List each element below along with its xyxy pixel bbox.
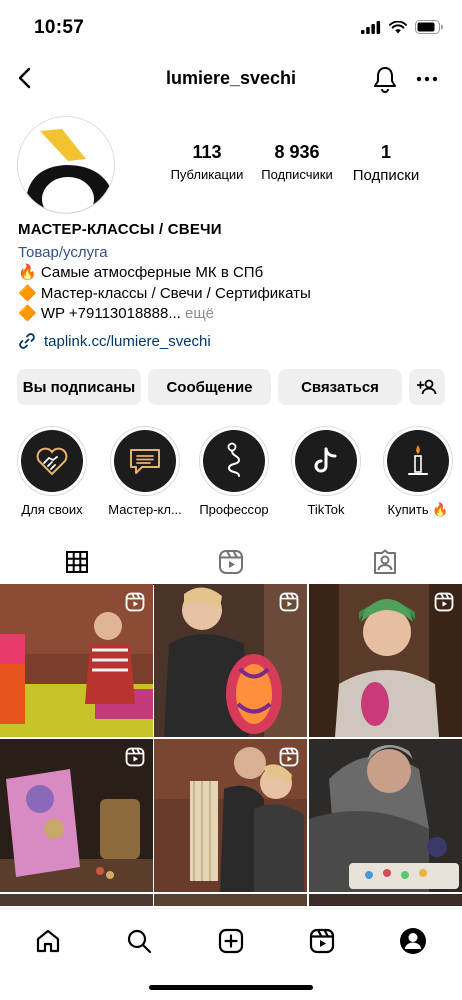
status-icons — [361, 20, 444, 34]
home-indicator — [149, 985, 313, 990]
chevron-left-icon — [18, 67, 31, 89]
profile-display-name: МАСТЕР-КЛАССЫ / СВЕЧИ — [18, 221, 222, 238]
following-label: Подписки — [352, 167, 420, 184]
message-button[interactable]: Сообщение — [148, 369, 271, 405]
post-thumbnail[interactable] — [309, 739, 462, 892]
posts-stat[interactable]: 113 Публикации — [166, 142, 248, 182]
nav-profile[interactable] — [393, 921, 433, 961]
post-thumbnail[interactable] — [0, 894, 153, 906]
highlight-label: Купить 🔥 — [387, 502, 449, 517]
followers-stat[interactable]: 8 936 Подписчики — [254, 142, 340, 182]
post-image — [309, 894, 462, 906]
reels-icon — [125, 592, 145, 612]
wifi-icon — [389, 20, 407, 33]
highlight-item[interactable]: Мастер-кл... — [100, 426, 190, 517]
posts-grid — [0, 584, 462, 906]
more-options-button[interactable] — [412, 64, 442, 94]
reels-icon — [279, 747, 299, 767]
profile-actions: Вы подписаны Сообщение Связаться — [17, 369, 445, 405]
highlight-label: Профессор — [199, 502, 269, 517]
brand-logo — [18, 117, 114, 213]
profile-avatar[interactable] — [17, 116, 115, 214]
post-thumbnail[interactable] — [0, 739, 153, 892]
nav-search[interactable] — [119, 921, 159, 961]
post-thumbnail[interactable] — [154, 739, 307, 892]
suggest-people-button[interactable] — [409, 369, 445, 405]
post-thumbnail[interactable] — [309, 584, 462, 737]
post-thumbnail[interactable] — [154, 894, 307, 906]
link-icon — [19, 333, 35, 349]
contact-button[interactable]: Связаться — [278, 369, 402, 405]
add-person-icon — [417, 379, 437, 395]
more-horizontal-icon — [416, 76, 438, 82]
bio-more-link[interactable]: ещё — [185, 305, 214, 322]
reel-badge — [279, 747, 299, 772]
bell-icon — [374, 67, 396, 93]
profile-category[interactable]: Товар/услуга — [18, 243, 448, 264]
following-stat[interactable]: 1 Подписки — [346, 142, 426, 184]
followers-label: Подписчики — [261, 167, 333, 182]
post-thumbnail[interactable] — [309, 894, 462, 906]
bio-link[interactable]: taplink.cc/lumiere_svechi — [44, 333, 211, 350]
tab-posts-grid[interactable] — [0, 540, 154, 585]
post-image — [154, 894, 307, 906]
following-count: 1 — [380, 142, 391, 162]
tab-reels[interactable] — [154, 540, 308, 584]
home-icon — [36, 929, 60, 953]
tab-tagged[interactable] — [308, 540, 462, 584]
posts-label: Публикации — [170, 167, 244, 182]
snake-icon — [227, 442, 241, 477]
reels-icon — [125, 747, 145, 767]
profile-tabs — [0, 540, 462, 585]
tiktok-icon — [314, 447, 337, 473]
nav-reels[interactable] — [302, 921, 342, 961]
profile-avatar-icon — [400, 928, 426, 954]
followers-count: 8 936 — [274, 142, 320, 162]
highlight-item[interactable]: TikTok — [281, 426, 371, 517]
bio-line-2: 🔶 Мастер-классы / Свечи / Сертификаты — [18, 284, 311, 302]
profile-header: lumiere_svechi — [0, 56, 462, 100]
post-image — [0, 894, 153, 906]
notifications-button[interactable] — [370, 64, 400, 94]
cellular-signal-icon — [361, 20, 381, 34]
reels-icon — [434, 592, 454, 612]
reels-icon — [279, 592, 299, 612]
reels-icon — [219, 550, 243, 574]
bio-link-row[interactable]: taplink.cc/lumiere_svechi — [18, 332, 211, 350]
nav-create[interactable] — [211, 921, 251, 961]
reel-badge — [434, 592, 454, 617]
profile-stats: 113 Публикации 8 936 Подписчики 1 Подпис… — [160, 142, 440, 188]
nav-home[interactable] — [28, 921, 68, 961]
reel-badge — [279, 592, 299, 617]
status-bar: 10:57 — [0, 0, 462, 56]
search-icon — [127, 929, 152, 954]
highlight-item[interactable]: Для своих — [7, 426, 97, 517]
tagged-user-icon — [374, 549, 396, 574]
highlight-label: TikTok — [307, 502, 345, 517]
story-highlights: Для своих Мастер-кл... Профессор TikTok — [0, 426, 462, 526]
add-post-icon — [218, 928, 244, 954]
profile-bio: МАСТЕР-КЛАССЫ / СВЕЧИ Товар/услуга 🔥 Сам… — [18, 220, 448, 325]
post-image — [309, 739, 462, 892]
posts-count: 113 — [192, 142, 222, 162]
bio-line-1: 🔥 Самые атмосферные МК в СПб — [18, 264, 264, 281]
battery-icon — [415, 20, 443, 34]
status-time: 10:57 — [34, 17, 85, 38]
grid-icon — [66, 551, 88, 573]
reel-badge — [125, 592, 145, 617]
post-thumbnail[interactable] — [154, 584, 307, 737]
bio-line-3: 🔶 WP +79113018888... — [18, 305, 181, 322]
reels-icon — [309, 928, 335, 954]
highlight-item[interactable]: Профессор — [189, 426, 279, 517]
handshake-icon — [36, 447, 68, 476]
back-button[interactable] — [10, 62, 38, 94]
chat-bubble-icon — [130, 449, 160, 474]
highlight-item[interactable]: Купить 🔥 — [373, 426, 462, 518]
highlight-label: Мастер-кл... — [108, 502, 182, 517]
reel-badge — [125, 747, 145, 772]
highlight-label: Для своих — [21, 502, 83, 517]
candle-icon — [408, 445, 428, 475]
post-thumbnail[interactable] — [0, 584, 153, 737]
following-button[interactable]: Вы подписаны — [17, 369, 141, 405]
